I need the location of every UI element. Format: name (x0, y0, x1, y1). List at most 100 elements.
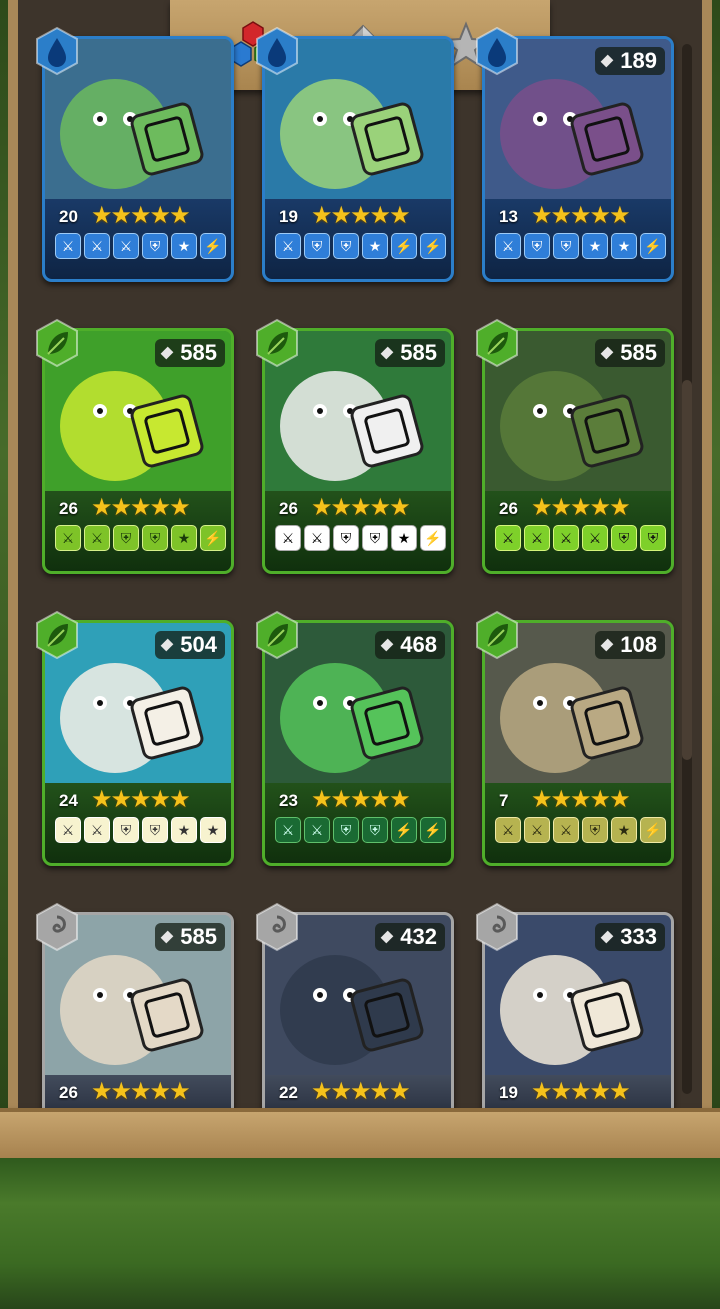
leaf-icon (36, 318, 78, 368)
dice-face-icon: ⚔ (55, 817, 81, 843)
shard-count: 333 (595, 923, 665, 951)
dice-face-icon: ⚔ (582, 525, 608, 551)
card-level: 20 (59, 207, 78, 226)
dice-faces-row: ⚔ ⚔ ⚔ ⛨ ★ ⚡ (495, 817, 666, 843)
shard-count: 108 (595, 631, 665, 659)
dice-face-icon: ⚡ (200, 525, 226, 551)
dice-face-icon: ⚔ (55, 233, 81, 259)
wind-swirl-icon (256, 902, 298, 952)
star-rating: ★★★★★ (311, 786, 411, 813)
dice-face-icon: ⛨ (113, 525, 139, 551)
star-rating: ★★★★★ (91, 786, 191, 813)
dice-face-icon: ⚔ (275, 233, 301, 259)
dice-face-icon: ⚔ (113, 233, 139, 259)
jungle-background (0, 1158, 720, 1309)
dice-face-icon: ⛨ (142, 525, 168, 551)
dice-face-icon: ⚡ (200, 233, 226, 259)
dice-face-icon: ⚔ (553, 817, 579, 843)
water-drop-icon (476, 26, 518, 76)
dice-face-icon: ★ (611, 817, 637, 843)
dice-face-icon: ⛨ (524, 233, 550, 259)
scrollbar-track[interactable] (682, 44, 692, 1094)
card-level: 26 (499, 499, 518, 518)
card-level: 24 (59, 791, 78, 810)
leaf-icon (256, 318, 298, 368)
dice-face-icon: ⛨ (142, 233, 168, 259)
dice-face-icon: ⛨ (304, 233, 330, 259)
water-drop-icon (36, 26, 78, 76)
dice-face-icon: ★ (611, 233, 637, 259)
star-rating: ★★★★★ (91, 1078, 191, 1105)
dice-face-icon: ★ (200, 817, 226, 843)
dice-faces-row: ⚔ ⛨ ⛨ ★ ⚡ ⚡ (275, 233, 446, 259)
star-rating: ★★★★★ (311, 1078, 411, 1105)
dice-face-icon: ⚔ (495, 233, 521, 259)
dice-face-icon: ⛨ (333, 817, 359, 843)
dice-face-icon: ★ (362, 233, 388, 259)
card-level: 7 (499, 791, 509, 810)
dice-face-icon: ⚡ (420, 233, 446, 259)
dice-face-icon: ⚔ (495, 817, 521, 843)
star-rating: ★★★★★ (91, 202, 191, 229)
dice-face-icon: ⚔ (524, 817, 550, 843)
shard-count: 189 (595, 47, 665, 75)
dice-face-icon: ⚔ (84, 525, 110, 551)
dice-face-icon: ⚡ (420, 817, 446, 843)
dice-face-icon: ⛨ (113, 817, 139, 843)
dice-faces-row: ⚔⚔⛨⛨⚡⚡ (275, 817, 446, 843)
card-level: 19 (279, 207, 298, 226)
card-level: 23 (279, 791, 298, 810)
dice-face-icon: ★ (171, 817, 197, 843)
card-level: 26 (59, 499, 78, 518)
dice-face-icon: ⚔ (55, 525, 81, 551)
scrollbar-thumb[interactable] (682, 380, 692, 760)
dice-face-icon: ⚔ (524, 525, 550, 551)
card-level: 19 (499, 1083, 518, 1102)
wind-swirl-icon (476, 902, 518, 952)
shard-count: 504 (155, 631, 225, 659)
star-rating: ★★★★★ (531, 494, 631, 521)
star-rating: ★★★★★ (311, 494, 411, 521)
shard-count: 585 (155, 923, 225, 951)
star-rating: ★★★★★ (311, 202, 411, 229)
dice-face-icon: ★ (582, 233, 608, 259)
star-rating: ★★★★★ (91, 494, 191, 521)
bottom-wood-bar (0, 1108, 720, 1162)
star-rating: ★★★★★ (531, 1078, 631, 1105)
dice-faces-row: ⚔ ⚔ ⚔ ⚔ ⛨ ⛨ (495, 525, 666, 551)
leaf-icon (476, 318, 518, 368)
dice-face-icon: ⛨ (640, 525, 666, 551)
dice-face-icon: ⚔ (275, 525, 301, 551)
dice-face-icon: ⛨ (362, 525, 388, 551)
dice-faces-row: ⚔ ⚔ ⛨ ⛨ ★ ⚡ (55, 525, 226, 551)
dice-face-icon: ⚔ (84, 233, 110, 259)
dice-face-icon: ⚔ (84, 817, 110, 843)
shard-count: 585 (155, 339, 225, 367)
dice-face-icon: ⚔ (275, 817, 301, 843)
dice-face-icon: ⛨ (582, 817, 608, 843)
dice-face-icon: ⚡ (640, 817, 666, 843)
dice-faces-row: ⚔ ⚔ ⚔ ⛨ ★ ⚡ (55, 233, 226, 259)
shard-count: 585 (375, 339, 445, 367)
dice-face-icon: ⛨ (333, 525, 359, 551)
star-rating: ★★★★★ (531, 202, 631, 229)
dice-face-icon: ⚔ (553, 525, 579, 551)
dice-face-icon: ★ (171, 525, 197, 551)
dice-face-icon: ⚡ (391, 233, 417, 259)
leaf-icon (476, 610, 518, 660)
dice-face-icon: ⛨ (362, 817, 388, 843)
dice-face-icon: ⚔ (495, 525, 521, 551)
card-level: 13 (499, 207, 518, 226)
card-level: 26 (279, 499, 298, 518)
leaf-icon (36, 610, 78, 660)
shard-count: 585 (595, 339, 665, 367)
dice-face-icon: ★ (391, 525, 417, 551)
dice-faces-row: ⚔ ⚔ ⛨ ⛨ ★ ★ (55, 817, 226, 843)
leaf-icon (256, 610, 298, 660)
dice-face-icon: ⚡ (391, 817, 417, 843)
dice-face-icon: ⛨ (553, 233, 579, 259)
dice-face-icon: ⚔ (304, 525, 330, 551)
dice-faces-row: ⚔ ⛨ ⛨ ★ ★ ⚡ (495, 233, 666, 259)
dice-faces-row: ⚔ ⚔ ⛨ ⛨ ★ ⚡ (275, 525, 446, 551)
dice-face-icon: ⚡ (420, 525, 446, 551)
